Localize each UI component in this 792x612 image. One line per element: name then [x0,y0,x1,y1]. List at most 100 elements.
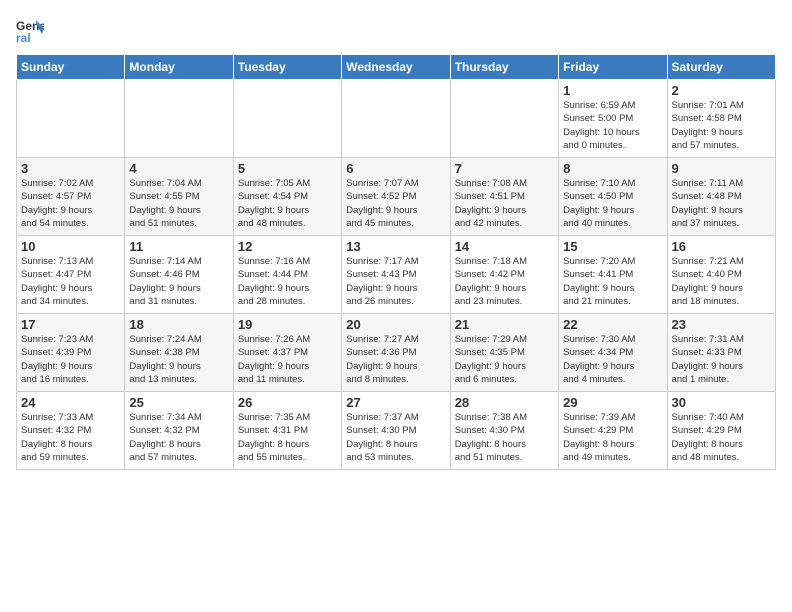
header-day-wednesday: Wednesday [342,55,450,80]
week-row-0: 1Sunrise: 6:59 AM Sunset: 5:00 PM Daylig… [17,80,776,158]
day-detail: Sunrise: 7:20 AM Sunset: 4:41 PM Dayligh… [563,255,662,308]
week-row-3: 17Sunrise: 7:23 AM Sunset: 4:39 PM Dayli… [17,314,776,392]
day-cell: 29Sunrise: 7:39 AM Sunset: 4:29 PM Dayli… [559,392,667,470]
day-number: 18 [129,317,228,332]
day-detail: Sunrise: 7:23 AM Sunset: 4:39 PM Dayligh… [21,333,120,386]
day-detail: Sunrise: 6:59 AM Sunset: 5:00 PM Dayligh… [563,99,662,152]
calendar-table: SundayMondayTuesdayWednesdayThursdayFrid… [16,54,776,470]
day-detail: Sunrise: 7:14 AM Sunset: 4:46 PM Dayligh… [129,255,228,308]
day-cell: 28Sunrise: 7:38 AM Sunset: 4:30 PM Dayli… [450,392,558,470]
day-detail: Sunrise: 7:02 AM Sunset: 4:57 PM Dayligh… [21,177,120,230]
day-cell: 27Sunrise: 7:37 AM Sunset: 4:30 PM Dayli… [342,392,450,470]
day-number: 10 [21,239,120,254]
day-cell: 26Sunrise: 7:35 AM Sunset: 4:31 PM Dayli… [233,392,341,470]
day-detail: Sunrise: 7:16 AM Sunset: 4:44 PM Dayligh… [238,255,337,308]
header-day-saturday: Saturday [667,55,775,80]
day-number: 20 [346,317,445,332]
day-cell: 19Sunrise: 7:26 AM Sunset: 4:37 PM Dayli… [233,314,341,392]
day-cell: 7Sunrise: 7:08 AM Sunset: 4:51 PM Daylig… [450,158,558,236]
day-cell: 24Sunrise: 7:33 AM Sunset: 4:32 PM Dayli… [17,392,125,470]
day-cell: 30Sunrise: 7:40 AM Sunset: 4:29 PM Dayli… [667,392,775,470]
day-number: 29 [563,395,662,410]
day-cell: 23Sunrise: 7:31 AM Sunset: 4:33 PM Dayli… [667,314,775,392]
day-detail: Sunrise: 7:18 AM Sunset: 4:42 PM Dayligh… [455,255,554,308]
day-number: 28 [455,395,554,410]
day-cell: 13Sunrise: 7:17 AM Sunset: 4:43 PM Dayli… [342,236,450,314]
day-cell: 18Sunrise: 7:24 AM Sunset: 4:38 PM Dayli… [125,314,233,392]
day-cell: 2Sunrise: 7:01 AM Sunset: 4:58 PM Daylig… [667,80,775,158]
day-number: 19 [238,317,337,332]
day-number: 11 [129,239,228,254]
day-number: 17 [21,317,120,332]
header-row: SundayMondayTuesdayWednesdayThursdayFrid… [17,55,776,80]
day-cell [17,80,125,158]
day-cell: 20Sunrise: 7:27 AM Sunset: 4:36 PM Dayli… [342,314,450,392]
day-number: 16 [672,239,771,254]
logo-icon: Gene ral [16,16,44,44]
day-number: 25 [129,395,228,410]
day-detail: Sunrise: 7:39 AM Sunset: 4:29 PM Dayligh… [563,411,662,464]
day-number: 22 [563,317,662,332]
day-cell: 9Sunrise: 7:11 AM Sunset: 4:48 PM Daylig… [667,158,775,236]
day-cell [450,80,558,158]
day-number: 4 [129,161,228,176]
day-detail: Sunrise: 7:01 AM Sunset: 4:58 PM Dayligh… [672,99,771,152]
day-detail: Sunrise: 7:40 AM Sunset: 4:29 PM Dayligh… [672,411,771,464]
day-number: 2 [672,83,771,98]
day-number: 15 [563,239,662,254]
day-detail: Sunrise: 7:13 AM Sunset: 4:47 PM Dayligh… [21,255,120,308]
day-detail: Sunrise: 7:33 AM Sunset: 4:32 PM Dayligh… [21,411,120,464]
day-number: 6 [346,161,445,176]
day-detail: Sunrise: 7:37 AM Sunset: 4:30 PM Dayligh… [346,411,445,464]
header: Gene ral [16,16,776,44]
day-detail: Sunrise: 7:31 AM Sunset: 4:33 PM Dayligh… [672,333,771,386]
day-cell: 6Sunrise: 7:07 AM Sunset: 4:52 PM Daylig… [342,158,450,236]
day-detail: Sunrise: 7:10 AM Sunset: 4:50 PM Dayligh… [563,177,662,230]
day-number: 21 [455,317,554,332]
day-number: 12 [238,239,337,254]
header-day-friday: Friday [559,55,667,80]
day-cell: 8Sunrise: 7:10 AM Sunset: 4:50 PM Daylig… [559,158,667,236]
day-number: 13 [346,239,445,254]
day-detail: Sunrise: 7:11 AM Sunset: 4:48 PM Dayligh… [672,177,771,230]
svg-text:ral: ral [16,31,31,44]
day-number: 8 [563,161,662,176]
day-detail: Sunrise: 7:24 AM Sunset: 4:38 PM Dayligh… [129,333,228,386]
header-day-tuesday: Tuesday [233,55,341,80]
day-cell: 11Sunrise: 7:14 AM Sunset: 4:46 PM Dayli… [125,236,233,314]
day-detail: Sunrise: 7:21 AM Sunset: 4:40 PM Dayligh… [672,255,771,308]
header-day-sunday: Sunday [17,55,125,80]
week-row-4: 24Sunrise: 7:33 AM Sunset: 4:32 PM Dayli… [17,392,776,470]
day-cell [233,80,341,158]
day-cell: 22Sunrise: 7:30 AM Sunset: 4:34 PM Dayli… [559,314,667,392]
day-cell [125,80,233,158]
day-detail: Sunrise: 7:08 AM Sunset: 4:51 PM Dayligh… [455,177,554,230]
day-cell: 5Sunrise: 7:05 AM Sunset: 4:54 PM Daylig… [233,158,341,236]
day-cell: 1Sunrise: 6:59 AM Sunset: 5:00 PM Daylig… [559,80,667,158]
day-cell: 25Sunrise: 7:34 AM Sunset: 4:32 PM Dayli… [125,392,233,470]
day-detail: Sunrise: 7:27 AM Sunset: 4:36 PM Dayligh… [346,333,445,386]
day-number: 3 [21,161,120,176]
day-detail: Sunrise: 7:35 AM Sunset: 4:31 PM Dayligh… [238,411,337,464]
week-row-2: 10Sunrise: 7:13 AM Sunset: 4:47 PM Dayli… [17,236,776,314]
day-cell: 14Sunrise: 7:18 AM Sunset: 4:42 PM Dayli… [450,236,558,314]
day-number: 5 [238,161,337,176]
day-cell: 12Sunrise: 7:16 AM Sunset: 4:44 PM Dayli… [233,236,341,314]
day-detail: Sunrise: 7:30 AM Sunset: 4:34 PM Dayligh… [563,333,662,386]
day-cell: 10Sunrise: 7:13 AM Sunset: 4:47 PM Dayli… [17,236,125,314]
day-number: 23 [672,317,771,332]
day-cell [342,80,450,158]
day-detail: Sunrise: 7:34 AM Sunset: 4:32 PM Dayligh… [129,411,228,464]
day-number: 7 [455,161,554,176]
week-row-1: 3Sunrise: 7:02 AM Sunset: 4:57 PM Daylig… [17,158,776,236]
day-cell: 4Sunrise: 7:04 AM Sunset: 4:55 PM Daylig… [125,158,233,236]
day-number: 1 [563,83,662,98]
day-number: 27 [346,395,445,410]
day-number: 26 [238,395,337,410]
header-day-monday: Monday [125,55,233,80]
day-detail: Sunrise: 7:29 AM Sunset: 4:35 PM Dayligh… [455,333,554,386]
day-detail: Sunrise: 7:05 AM Sunset: 4:54 PM Dayligh… [238,177,337,230]
day-detail: Sunrise: 7:07 AM Sunset: 4:52 PM Dayligh… [346,177,445,230]
day-cell: 3Sunrise: 7:02 AM Sunset: 4:57 PM Daylig… [17,158,125,236]
page: Gene ral SundayMondayTuesdayWednesdayThu… [0,0,792,612]
